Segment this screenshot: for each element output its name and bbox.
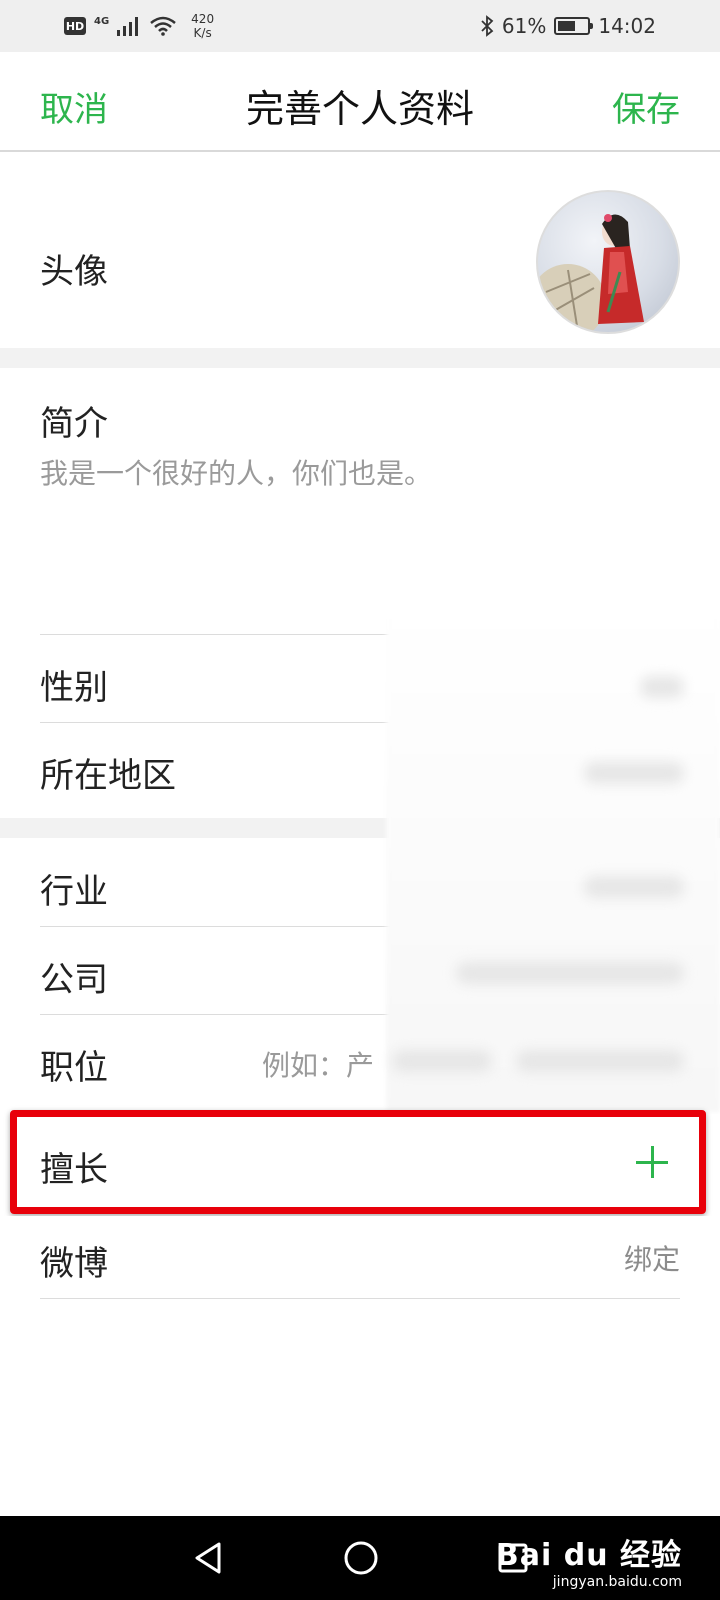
- section-gap: [0, 348, 720, 368]
- avatar-row[interactable]: 头像: [0, 154, 720, 348]
- bio-text[interactable]: 我是一个很好的人，你们也是。: [40, 452, 432, 492]
- avatar-label: 头像: [40, 252, 108, 292]
- position-placeholder[interactable]: 例如：产: [262, 1044, 374, 1084]
- save-button[interactable]: 保存: [612, 82, 680, 131]
- weibo-row[interactable]: 微博 绑定: [0, 1216, 720, 1298]
- speed-unit: K/s: [193, 26, 212, 40]
- battery-icon: [554, 17, 594, 35]
- back-icon[interactable]: [191, 1540, 225, 1576]
- bluetooth-icon: [481, 15, 494, 37]
- blurred-value: [392, 1050, 492, 1072]
- expertise-row[interactable]: 擅长: [0, 1114, 720, 1210]
- baidu-watermark: Bai du 经验 jingyan.baidu.com: [496, 1530, 682, 1590]
- industry-label: 行业: [40, 872, 108, 912]
- gender-label: 性别: [40, 668, 108, 708]
- bio-label: 简介: [40, 404, 108, 444]
- network-type: 4G: [94, 15, 110, 27]
- blurred-value: [516, 1050, 684, 1072]
- status-right: 61% 14:02: [480, 14, 656, 38]
- blurred-value: [456, 962, 684, 984]
- blurred-value: [640, 676, 684, 698]
- avatar[interactable]: [536, 190, 680, 334]
- watermark-url: jingyan.baidu.com: [552, 1574, 682, 1590]
- expertise-label: 擅长: [40, 1150, 108, 1190]
- battery-fill: [558, 21, 576, 31]
- wifi-icon: [150, 16, 176, 36]
- signal-icon: [117, 17, 139, 36]
- status-left: HD 4G 420 K/s: [64, 12, 214, 40]
- watermark-brand: Bai du 经验: [495, 1538, 682, 1573]
- home-icon[interactable]: [343, 1540, 379, 1576]
- speed-value: 420: [191, 12, 215, 26]
- app-header: 取消 完善个人资料 保存: [0, 52, 720, 152]
- network-speed: 420 K/s: [191, 12, 214, 40]
- region-label: 所在地区: [40, 756, 176, 796]
- avatar-image: [538, 214, 644, 332]
- hd-badge: HD: [64, 17, 86, 35]
- clock: 14:02: [598, 14, 656, 38]
- battery-percent: 61%: [501, 14, 547, 38]
- plus-icon[interactable]: [636, 1146, 668, 1178]
- blurred-value: [584, 876, 684, 898]
- weibo-label: 微博: [40, 1244, 108, 1284]
- position-label: 职位: [40, 1048, 108, 1088]
- divider: [40, 1298, 680, 1299]
- blurred-value: [584, 762, 684, 784]
- status-bar: HD 4G 420 K/s 61% 14:02: [0, 0, 720, 52]
- company-label: 公司: [40, 960, 108, 1000]
- weibo-bind-button[interactable]: 绑定: [624, 1238, 680, 1278]
